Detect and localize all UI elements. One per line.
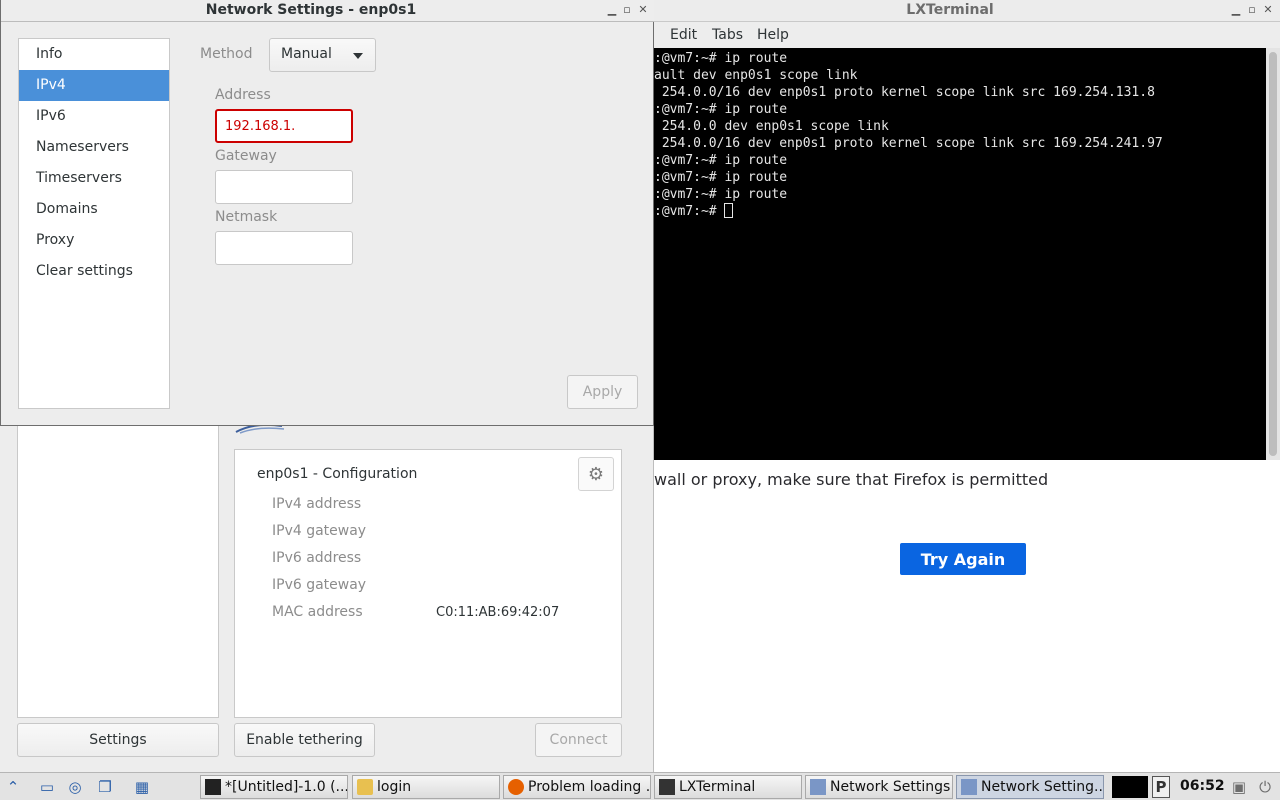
method-dropdown[interactable]: Manual [269, 38, 376, 72]
lxterminal-menubar: Edit Tabs Help [654, 23, 1280, 47]
taskbar: ⌃ ▭ ◎ ❐ ▦ *[Untitled]-1.0 (... login Pro… [0, 772, 1280, 800]
clock[interactable]: 06:52 [1180, 778, 1225, 794]
task-label: Network Settings [830, 779, 951, 795]
sidebar-item-info[interactable]: Info [19, 39, 169, 70]
config-title: enp0s1 - Configuration [257, 466, 418, 482]
netmask-label: Netmask [215, 209, 278, 225]
terminal-line: 254.0.0 dev enp0s1 scope link [654, 119, 889, 134]
task-label: Network Setting... [981, 779, 1104, 795]
terminal-line: 254.0.0/16 dev enp0s1 proto kernel scope… [654, 85, 1155, 100]
sidebar-item-timeservers[interactable]: Timeservers [19, 163, 169, 194]
chevron-down-icon [353, 53, 363, 59]
sidebar-item-proxy[interactable]: Proxy [19, 225, 169, 256]
maximize-icon[interactable]: ▫ [621, 3, 633, 16]
sidebar-item-ipv4[interactable]: IPv4 [19, 70, 169, 101]
terminal-cursor [724, 203, 734, 218]
task-problem-loading[interactable]: Problem loading ... [503, 775, 651, 799]
firefox-window: wall or proxy, make sure that Firefox is… [654, 460, 1280, 772]
try-again-button[interactable]: Try Again [900, 543, 1026, 575]
mac-address-label: MAC address [272, 604, 363, 620]
task-network-settings-active[interactable]: Network Setting... [956, 775, 1104, 799]
sidebar-item-ipv6[interactable]: IPv6 [19, 101, 169, 132]
close-icon[interactable]: ✕ [1262, 3, 1274, 16]
lxterminal-titlebar[interactable]: LXTerminal ▁ ▫ ✕ [654, 0, 1280, 22]
minimize-icon[interactable]: ▁ [1230, 3, 1242, 16]
task-lxterminal[interactable]: LXTerminal [654, 775, 802, 799]
logout-icon[interactable]: ⏻ [1254, 776, 1276, 798]
terminal-prompt-line: :@vm7:~# [654, 203, 734, 220]
firefox-error-message: wall or proxy, make sure that Firefox is… [654, 470, 1049, 489]
window-app-icon [961, 779, 977, 795]
sidebar-item-domains[interactable]: Domains [19, 194, 169, 225]
apply-button[interactable]: Apply [567, 375, 638, 409]
gear-icon[interactable]: ⚙ [578, 457, 614, 491]
sidebar-item-clear-settings[interactable]: Clear settings [19, 256, 169, 287]
ipv6-address-label: IPv6 address [272, 550, 362, 566]
network-settings-dialog: Network Settings - enp0s1 ▁ ▫ ✕ Info IPv… [0, 0, 654, 426]
terminal-output[interactable]: :@vm7:~# ip route ault dev enp0s1 scope … [654, 48, 1266, 460]
gateway-label: Gateway [215, 148, 277, 164]
task-login[interactable]: login [352, 775, 500, 799]
menu-help[interactable]: Help [757, 27, 789, 43]
gateway-input[interactable] [215, 170, 353, 204]
address-label: Address [215, 87, 271, 103]
task-label: LXTerminal [679, 779, 756, 795]
method-value: Manual [281, 46, 332, 62]
terminal-scrollbar-thumb[interactable] [1269, 52, 1277, 456]
terminal-line: 254.0.0/16 dev enp0s1 proto kernel scope… [654, 136, 1163, 151]
lxterminal-window: LXTerminal ▁ ▫ ✕ Edit Tabs Help :@vm7:~#… [654, 0, 1280, 460]
workspace-pager-icon[interactable]: ▦ [124, 776, 160, 798]
address-input[interactable] [215, 109, 353, 143]
netmask-input[interactable] [215, 231, 353, 265]
web-browser-icon[interactable]: ◎ [64, 776, 86, 798]
connect-button[interactable]: Connect [535, 723, 622, 757]
settings-button[interactable]: Settings [17, 723, 219, 757]
ipv4-address-label: IPv4 address [272, 496, 362, 512]
menu-tabs[interactable]: Tabs [712, 27, 743, 43]
ipv6-gateway-label: IPv6 gateway [272, 577, 367, 593]
terminal-line: :@vm7:~# ip route [654, 51, 788, 66]
terminal-app-icon [205, 779, 221, 795]
dialog-titlebar[interactable]: Network Settings - enp0s1 ▁ ▫ ✕ [1, 0, 654, 22]
task-label: login [377, 779, 412, 795]
network-manager-window: enp0s1 - Configuration ⚙ IPv4 address IP… [0, 424, 654, 772]
task-label: *[Untitled]-1.0 (... [225, 779, 348, 795]
terminal-line: :@vm7:~# ip route [654, 102, 788, 117]
task-untitled[interactable]: *[Untitled]-1.0 (... [200, 775, 348, 799]
window-app-icon [810, 779, 826, 795]
sidebar-item-nameservers[interactable]: Nameservers [19, 132, 169, 163]
firefox-icon [508, 779, 524, 795]
configuration-panel: enp0s1 - Configuration ⚙ IPv4 address IP… [234, 449, 622, 718]
mac-address-value: C0:11:AB:69:42:07 [436, 605, 560, 620]
terminal-line: :@vm7:~# ip route [654, 170, 788, 185]
folder-icon [357, 779, 373, 795]
task-label: Problem loading ... [528, 779, 651, 795]
cpu-monitor [1112, 776, 1148, 798]
ipv4-gateway-label: IPv4 gateway [272, 523, 367, 539]
dialog-title: Network Settings - enp0s1 [205, 2, 417, 18]
terminal-app-icon [659, 779, 675, 795]
method-label: Method [200, 46, 253, 62]
file-manager-icon[interactable]: ▭ [36, 776, 58, 798]
terminal-scrollbar[interactable] [1266, 48, 1280, 460]
terminal-line: :@vm7:~# ip route [654, 187, 788, 202]
enable-tethering-button[interactable]: Enable tethering [234, 723, 375, 757]
settings-sidebar: Info IPv4 IPv6 Nameservers Timeservers D… [18, 38, 170, 409]
minimize-icon[interactable]: ▁ [606, 3, 618, 16]
connection-list[interactable] [17, 424, 219, 718]
start-menu-icon[interactable]: ⌃ [2, 776, 24, 798]
close-icon[interactable]: ✕ [637, 3, 649, 16]
task-network-settings[interactable]: Network Settings [805, 775, 953, 799]
terminal-line: :@vm7:~# ip route [654, 153, 788, 168]
plugin-p-icon[interactable]: P [1152, 776, 1170, 798]
window-switcher-icon[interactable]: ❐ [94, 776, 116, 798]
maximize-icon[interactable]: ▫ [1246, 3, 1258, 16]
menu-edit[interactable]: Edit [670, 27, 697, 43]
lxterminal-title: LXTerminal [906, 2, 994, 18]
lock-screen-icon[interactable]: ▣ [1228, 776, 1250, 798]
terminal-line: ault dev enp0s1 scope link [654, 68, 858, 83]
terminal-prompt: :@vm7:~# [654, 204, 725, 219]
